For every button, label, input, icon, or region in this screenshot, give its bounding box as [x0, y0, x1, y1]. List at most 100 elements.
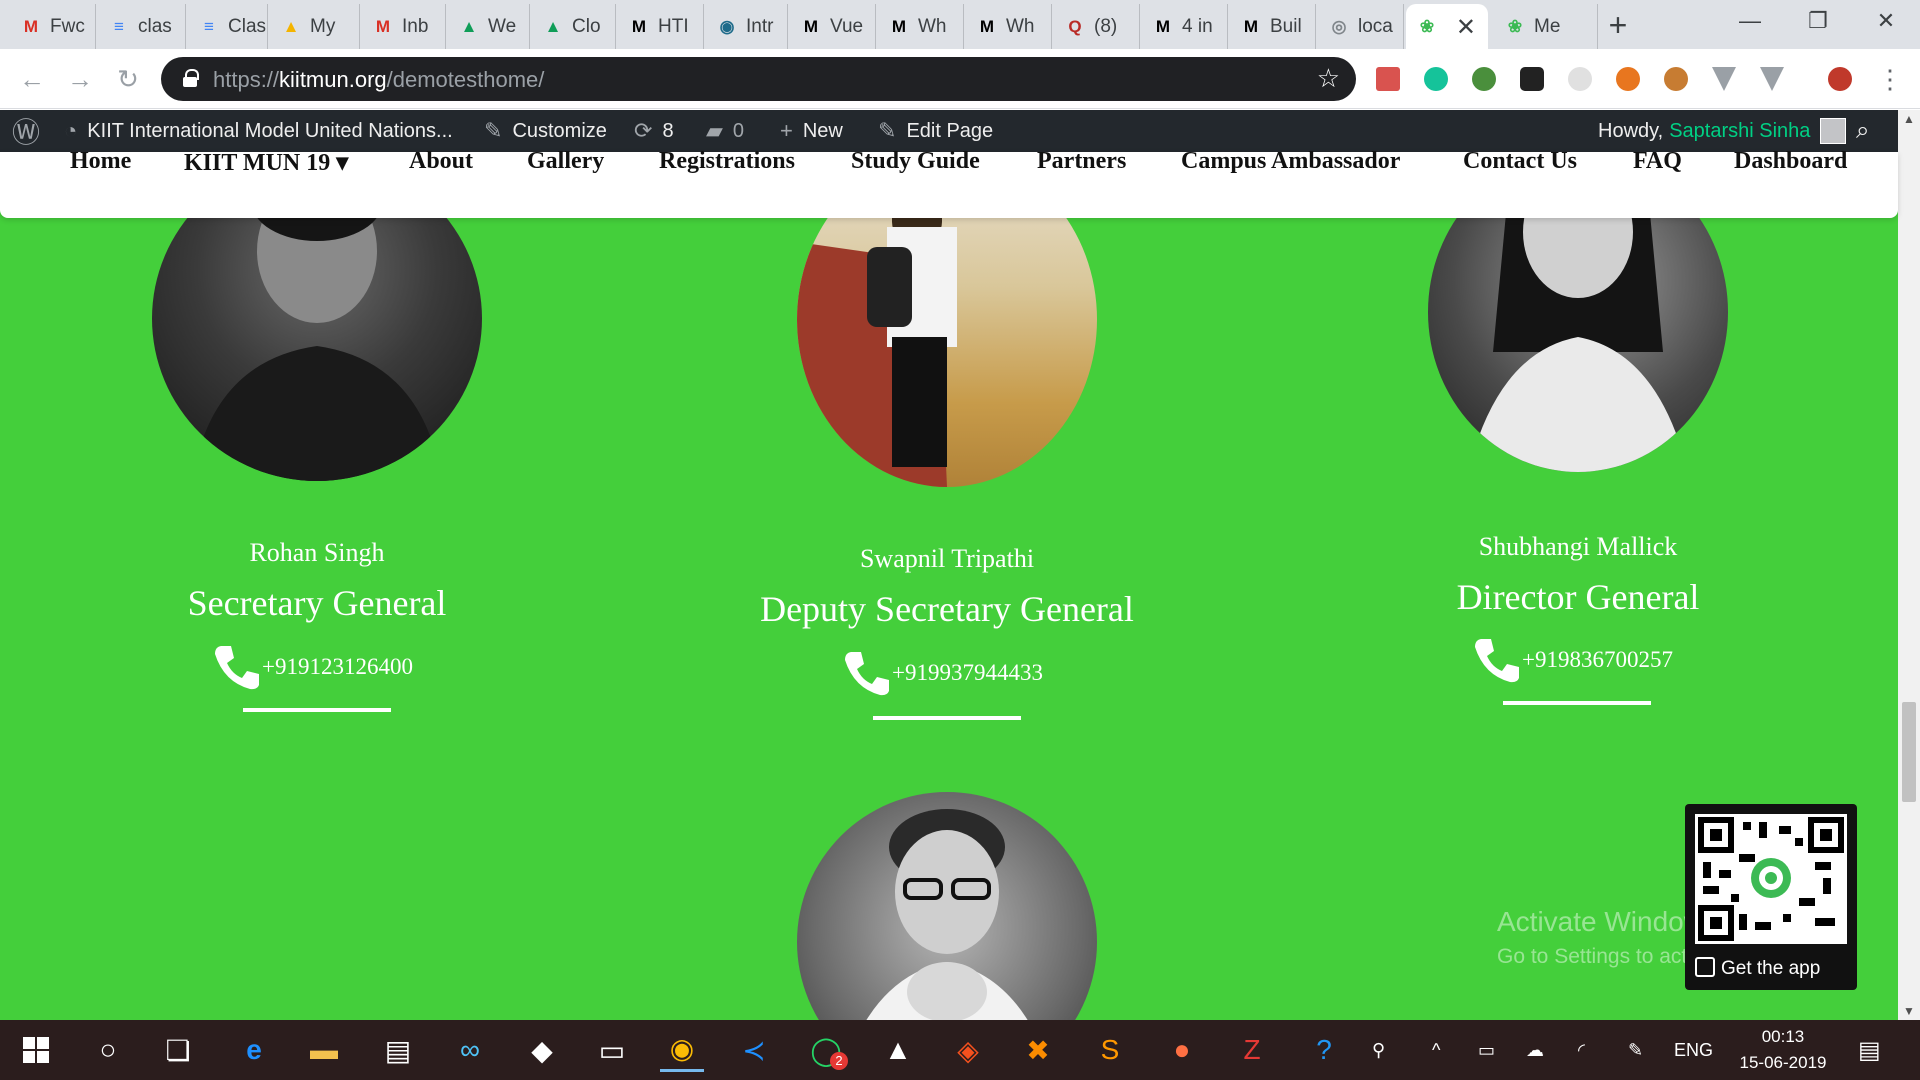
cortana-search-icon[interactable]: ○ [86, 1028, 130, 1072]
whatsapp-icon[interactable]: ◯ 2 [804, 1028, 848, 1072]
system-clock[interactable]: 00:13 15-06-2019 [1735, 1024, 1831, 1076]
browser-tab[interactable]: ≡ clas [98, 4, 186, 49]
nav-registrations[interactable]: Registrations [659, 148, 795, 175]
scrollbar-thumb[interactable] [1902, 702, 1916, 802]
scroll-down-icon[interactable]: ▼ [1898, 1004, 1920, 1018]
dropbox-icon[interactable]: ◆ [520, 1028, 564, 1072]
updates-link[interactable]: ⟳ 8 [634, 110, 674, 152]
minimize-button[interactable]: — [1716, 0, 1784, 44]
close-tab-icon[interactable]: ✕ [1456, 13, 1476, 42]
photos-icon[interactable]: ▲ [876, 1028, 920, 1072]
browser-tab[interactable]: M HTI [618, 4, 704, 49]
battery-icon[interactable]: ▭ [1478, 1020, 1495, 1080]
grammarly-extension-icon[interactable] [1424, 67, 1448, 91]
nav-campus-ambassador[interactable]: Campus Ambassador [1181, 148, 1400, 175]
browser-tab[interactable]: ≡ Clas [188, 4, 268, 49]
chrome-icon[interactable]: ◉ [660, 1028, 704, 1072]
wordpress-logo-icon[interactable]: Ⓦ [12, 110, 40, 152]
browser-tab[interactable]: ▲ Clo [532, 4, 616, 49]
browser-tab[interactable]: ▲ We [448, 4, 530, 49]
glasses-extension-icon[interactable] [1520, 67, 1544, 91]
close-window-button[interactable]: ✕ [1852, 0, 1920, 44]
back-icon[interactable]: ← [14, 61, 50, 97]
browser-tab[interactable]: M Inb [362, 4, 446, 49]
globe-extension-icon[interactable] [1472, 67, 1496, 91]
terminal-icon[interactable]: ▭ [590, 1028, 634, 1072]
browser-tab[interactable]: ◉ Intr [706, 4, 788, 49]
tab-title: (8) [1094, 15, 1118, 37]
new-tab-button[interactable]: + [1600, 8, 1636, 44]
action-center-icon[interactable]: ▤ [1858, 1020, 1881, 1080]
arduino-icon[interactable]: ∞ [448, 1028, 492, 1072]
bookmark-star-icon[interactable]: ☆ [1317, 63, 1340, 94]
filezilla-icon[interactable]: Z [1230, 1028, 1274, 1072]
vscode-icon[interactable]: ≺ [732, 1028, 776, 1072]
phone-row[interactable]: +919836700257 [1472, 635, 1673, 685]
browser-tab[interactable]: M Fwc [10, 4, 96, 49]
browser-tab[interactable]: M Wh [966, 4, 1052, 49]
metamask-extension-icon[interactable] [1616, 67, 1640, 91]
windows-start-icon[interactable] [14, 1028, 58, 1072]
onedrive-icon[interactable]: ☁ [1526, 1020, 1544, 1080]
browser-tab[interactable]: ❀ Me [1494, 4, 1598, 49]
qr-app-widget[interactable]: Get the app [1685, 804, 1857, 990]
tab-title: My [310, 15, 336, 37]
cookie-extension-icon[interactable] [1664, 67, 1688, 91]
customize-link[interactable]: ✎ Customize [484, 110, 607, 152]
scroll-up-icon[interactable]: ▲ [1898, 112, 1920, 126]
nav-gallery[interactable]: Gallery [527, 148, 604, 175]
wifi-icon[interactable]: ◜ [1578, 1020, 1585, 1080]
nav-partners[interactable]: Partners [1037, 148, 1126, 175]
nav-about[interactable]: About [409, 148, 473, 175]
browser-tab[interactable]: M Vue [790, 4, 876, 49]
people-icon[interactable]: ⚲ [1372, 1020, 1385, 1080]
nav-study-guide[interactable]: Study Guide [851, 148, 980, 175]
edge-browser-icon[interactable]: e [232, 1028, 276, 1072]
browser-tab[interactable]: M 4 in [1142, 4, 1228, 49]
language-indicator[interactable]: ENG [1674, 1020, 1713, 1080]
browser-tab[interactable]: M Wh [878, 4, 964, 49]
task-view-icon[interactable]: ❏ [156, 1028, 200, 1072]
browser-tab[interactable]: ▲ My [270, 4, 360, 49]
vue-devtools-icon-2[interactable] [1760, 67, 1784, 91]
browser-tab[interactable]: ❀ ✕ [1406, 4, 1488, 49]
menu-kebab-icon[interactable]: ⋮ [1872, 61, 1908, 97]
browser-tab[interactable]: ◎ loca [1318, 4, 1404, 49]
url-text[interactable]: https://kiitmun.org/demotesthome/ [213, 67, 544, 93]
comments-link[interactable]: ▰ 0 [706, 110, 744, 152]
file-explorer-icon[interactable]: ▬ [302, 1028, 346, 1072]
nav-dashboard[interactable]: Dashboard [1734, 148, 1847, 175]
browser-tab[interactable]: M Buil [1230, 4, 1316, 49]
address-bar[interactable]: https://kiitmun.org/demotesthome/ ☆ [161, 57, 1356, 101]
edit-page-link[interactable]: ✎ Edit Page [878, 110, 993, 152]
tray-chevron-up-icon[interactable]: ^ [1432, 1020, 1440, 1080]
settings-extension-icon[interactable] [1568, 67, 1592, 91]
xampp-icon[interactable]: ✖ [1016, 1028, 1060, 1072]
maximize-button[interactable]: ❐ [1784, 0, 1852, 44]
postman-icon[interactable]: ● [1160, 1028, 1204, 1072]
get-the-app-label[interactable]: Get the app [1695, 957, 1820, 980]
profile-avatar[interactable] [1828, 67, 1852, 91]
git-icon[interactable]: ◈ [946, 1028, 990, 1072]
browser-tab[interactable]: Q (8) [1054, 4, 1140, 49]
vue-devtools-icon[interactable] [1712, 67, 1736, 91]
nav-faq[interactable]: FAQ [1633, 148, 1682, 175]
news-app-icon[interactable]: ▤ [376, 1028, 420, 1072]
new-content-link[interactable]: + New [780, 110, 843, 152]
pdf-extension-icon[interactable] [1376, 67, 1400, 91]
site-name-link[interactable]: ◔ KIIT International Model United Nations… [64, 110, 453, 152]
pen-icon[interactable]: ✎ [1628, 1020, 1643, 1080]
phone-row[interactable]: +919937944433 [842, 648, 1043, 698]
nav-kiit-mun-19[interactable]: KIIT MUN 19 ▾ [184, 148, 348, 177]
page-scrollbar[interactable]: ▲ ▼ [1898, 110, 1920, 1020]
help-icon[interactable]: ? [1302, 1028, 1346, 1072]
nav-contact-us[interactable]: Contact Us [1463, 148, 1577, 175]
forward-icon[interactable]: → [62, 61, 98, 97]
account-menu[interactable]: Howdy, Saptarshi Sinha [1598, 110, 1847, 152]
nav-home[interactable]: Home [70, 148, 131, 175]
tab-title: HTI [658, 15, 689, 37]
reload-icon[interactable]: ↻ [110, 61, 146, 97]
search-icon[interactable]: ⌕ [1856, 110, 1869, 152]
phone-row[interactable]: +919123126400 [212, 642, 413, 692]
sublime-text-icon[interactable]: S [1088, 1028, 1132, 1072]
